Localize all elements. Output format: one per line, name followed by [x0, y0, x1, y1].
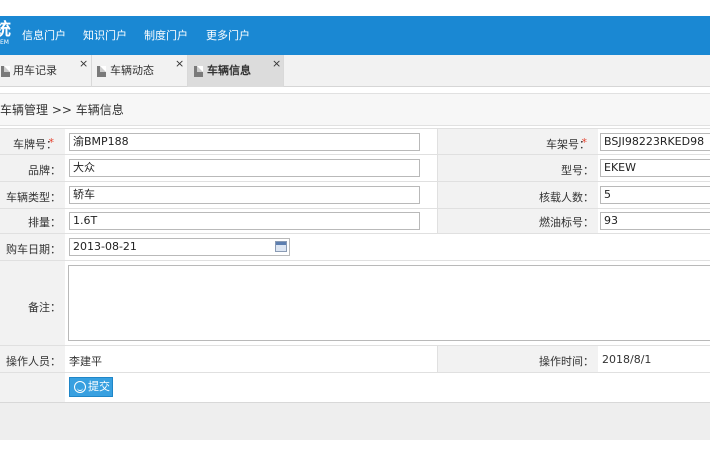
document-icon	[194, 66, 203, 77]
model-label-cell: 型号：	[438, 155, 598, 181]
plate-label: 车牌号：	[13, 138, 57, 151]
close-icon[interactable]: ×	[272, 58, 281, 70]
purchase-date-value: 2013-08-21	[73, 240, 137, 253]
tab-label: 车辆动态	[110, 64, 154, 77]
bottom-panel	[0, 402, 710, 440]
submit-label-cell	[0, 373, 65, 402]
frame-input[interactable]: BSJI98223RKED98	[600, 133, 710, 151]
form-row-plate: * 车牌号： 渝BMP188 * 车架号： BSJI98223RKED98	[0, 128, 710, 155]
fuel-label: 燃油标号：	[539, 216, 594, 229]
tab-label: 车辆信息	[207, 64, 251, 77]
fuel-label-cell: 燃油标号：	[438, 209, 598, 233]
frame-label-cell: * 车架号：	[438, 129, 598, 154]
optime-label-cell: 操作时间：	[438, 346, 598, 372]
submit-label: 提交	[88, 380, 110, 393]
brand-label-cell: 品牌：	[0, 155, 65, 181]
calendar-icon[interactable]	[275, 241, 287, 252]
operator-label-cell: 操作人员：	[0, 346, 65, 372]
plate-label-cell: * 车牌号：	[0, 129, 65, 154]
smile-icon	[74, 381, 86, 393]
purchase-label-cell: 购车日期：	[0, 234, 65, 260]
tab-usage-records[interactable]: 用车记录 ×	[0, 55, 92, 87]
app-logo: 统 EM	[0, 19, 14, 49]
purchase-label: 购车日期：	[6, 243, 61, 256]
document-icon	[1, 66, 10, 77]
remark-textarea[interactable]	[68, 265, 710, 341]
remark-label: 备注：	[28, 301, 61, 314]
model-input[interactable]: EKEW	[600, 159, 710, 177]
type-label-cell: 车辆类型：	[0, 182, 65, 208]
form-row-purchase: 购车日期： 2013-08-21	[0, 234, 710, 261]
optime-value: 2018/8/1	[602, 353, 652, 366]
close-icon[interactable]: ×	[79, 58, 88, 70]
frame-label: 车架号：	[546, 138, 590, 151]
logo-subtext: EM	[0, 39, 9, 46]
breadcrumb-bar: 车辆管理 >> 车辆信息	[0, 93, 710, 126]
nav-more-portal[interactable]: 更多门户	[206, 16, 250, 55]
brand-input[interactable]: 大众	[69, 159, 420, 177]
submit-button[interactable]: 提交	[69, 377, 113, 397]
form-row-displacement: 排量： 1.6T 燃油标号： 93	[0, 209, 710, 234]
tab-bar: 用车记录 × 车辆动态 × 车辆信息 ×	[0, 55, 710, 87]
close-icon[interactable]: ×	[175, 58, 184, 70]
logo-glyph: 统	[0, 20, 11, 40]
plate-input[interactable]: 渝BMP188	[69, 133, 420, 151]
purchase-date-input[interactable]: 2013-08-21	[69, 238, 290, 256]
tab-vehicle-info[interactable]: 车辆信息 ×	[188, 55, 284, 87]
displacement-label: 排量：	[28, 216, 61, 229]
form-row-type: 车辆类型： 轿车 核载人数： 5	[0, 182, 710, 209]
tab-label: 用车记录	[13, 64, 57, 77]
seats-input[interactable]: 5	[600, 186, 710, 204]
type-label: 车辆类型：	[6, 191, 61, 204]
brand-label: 品牌：	[28, 164, 61, 177]
fuel-input[interactable]: 93	[600, 212, 710, 230]
operator-label: 操作人员：	[6, 355, 61, 368]
breadcrumb: 车辆管理 >> 车辆信息	[0, 103, 124, 117]
type-input[interactable]: 轿车	[69, 186, 420, 204]
seats-label-cell: 核载人数：	[438, 182, 598, 208]
seats-label: 核载人数：	[539, 191, 594, 204]
form-row-operator: 操作人员： 李建平 操作时间： 2018/8/1	[0, 346, 710, 373]
form-row-remark: 备注：	[0, 261, 710, 346]
tab-vehicle-status[interactable]: 车辆动态 ×	[92, 55, 188, 87]
displacement-input[interactable]: 1.6T	[69, 212, 420, 230]
displacement-label-cell: 排量：	[0, 209, 65, 233]
form-row-brand: 品牌： 大众 型号： EKEW	[0, 155, 710, 182]
optime-label: 操作时间：	[539, 355, 594, 368]
nav-info-portal[interactable]: 信息门户	[22, 16, 66, 55]
operator-value: 李建平	[69, 355, 102, 368]
nav-knowledge-portal[interactable]: 知识门户	[83, 16, 127, 55]
model-label: 型号：	[561, 164, 594, 177]
document-icon	[97, 66, 106, 77]
top-nav-bar: 统 EM 信息门户 知识门户 制度门户 更多门户	[0, 16, 710, 55]
remark-label-cell: 备注：	[0, 261, 65, 345]
nav-policy-portal[interactable]: 制度门户	[144, 16, 188, 55]
